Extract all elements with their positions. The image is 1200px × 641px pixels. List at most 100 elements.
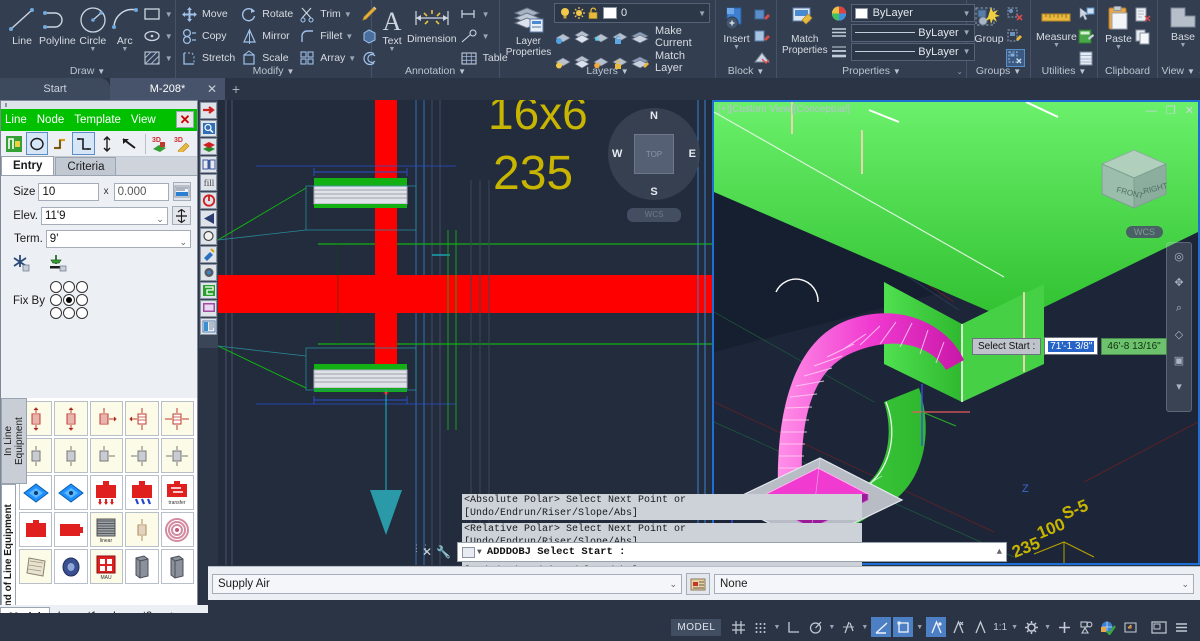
tab-criteria[interactable]: Criteria	[55, 157, 116, 175]
snap-settings-icon[interactable]	[11, 253, 31, 275]
insulation-combo[interactable]: None ⌄	[714, 574, 1194, 594]
panel-title-clipboard[interactable]: Clipboard	[1098, 65, 1157, 77]
object-snap-tracking-icon[interactable]	[871, 617, 891, 637]
rectangle-dropdown-caret[interactable]: ▼	[165, 10, 173, 19]
elev-reference-button[interactable]	[172, 206, 191, 225]
three-d-view-icon[interactable]: 3D	[149, 132, 171, 155]
isometric-dropdown-caret[interactable]: ▼	[861, 624, 868, 631]
equipment-item[interactable]	[161, 401, 194, 436]
draw-ellipse-button[interactable]: ▼	[142, 25, 173, 47]
palette-menu-node[interactable]: Node	[37, 114, 65, 126]
layer-unisolate-icon[interactable]	[573, 28, 592, 46]
dynamic-input-y-field[interactable]: 46'-8 13/16"	[1101, 338, 1166, 355]
ellipse-dropdown-caret[interactable]: ▼	[165, 32, 173, 41]
layer-lock-icon[interactable]	[611, 28, 630, 46]
search-item-icon[interactable]	[200, 120, 217, 137]
isolate-objects-icon[interactable]	[1076, 617, 1096, 637]
annotation-text-button[interactable]: A Text ▼	[377, 3, 407, 52]
lineweight-icon[interactable]	[830, 43, 848, 60]
viewport-label[interactable]: [+][Custom View][Conceptual]	[718, 104, 850, 115]
lineweight-icon[interactable]	[926, 617, 946, 637]
wcs-button-3d[interactable]: WCS	[1126, 226, 1163, 238]
modify-copy-button[interactable]: Copy	[181, 25, 235, 47]
model-space-toggle[interactable]: MODEL	[671, 619, 721, 636]
hatch-dropdown-caret[interactable]: ▼	[165, 54, 173, 63]
fix-by-dot-s[interactable]	[63, 307, 75, 319]
equipment-item[interactable]	[90, 475, 123, 510]
insert-block-button[interactable]: Insert ▼	[721, 3, 752, 50]
orbit-icon[interactable]: ◇	[1167, 321, 1191, 347]
scale-dropdown-caret[interactable]: ▼	[1011, 624, 1018, 631]
linetype-combo[interactable]: ByLayer ▼	[851, 24, 975, 42]
polar-dropdown-caret[interactable]: ▼	[828, 624, 835, 631]
equipment-item[interactable]	[19, 549, 52, 584]
transparency-icon[interactable]	[948, 617, 968, 637]
viewcube-south-label[interactable]: S	[650, 186, 657, 198]
close-icon[interactable]: ✕	[176, 111, 194, 128]
fix-by-dot-e[interactable]	[76, 294, 88, 306]
paint-icon[interactable]	[200, 246, 217, 263]
paste-dropdown-caret[interactable]: ▼	[1115, 45, 1122, 50]
equipment-item[interactable]	[161, 512, 194, 547]
layer-properties-button[interactable]: LayerProperties	[505, 3, 552, 58]
equipment-item[interactable]	[90, 401, 123, 436]
zoom-extents-icon[interactable]: ⌕	[1167, 295, 1191, 321]
viewcube-2d[interactable]: TOP N S W E	[608, 108, 700, 200]
layer-unlock-icon[interactable]	[586, 6, 600, 20]
leader-dropdown-caret[interactable]: ▼	[482, 10, 490, 19]
circle-dropdown-caret[interactable]: ▼	[89, 47, 96, 52]
paste-button[interactable]: Paste ▼	[1103, 3, 1134, 50]
draw-arc-button[interactable]: Arc ▼	[110, 3, 140, 52]
palette-menu-template[interactable]: Template	[74, 114, 121, 126]
report-icon[interactable]	[200, 318, 217, 335]
fix-by-grid[interactable]	[50, 281, 89, 320]
layer-combo[interactable]: 0 ▼	[554, 3, 710, 23]
book-icon[interactable]	[200, 156, 217, 173]
full-navigation-wheel-icon[interactable]: ◎	[1167, 243, 1191, 269]
elev-combo[interactable]: 11'9 ⌄	[41, 207, 168, 225]
annotation-visibility-icon[interactable]	[1021, 617, 1041, 637]
equipment-item[interactable]	[161, 438, 194, 473]
size-x-input[interactable]: 0.000	[114, 183, 169, 201]
color-combo[interactable]: ByLayer ▼	[851, 4, 975, 22]
quick-calc-button[interactable]	[1077, 25, 1095, 47]
fillet-dropdown-caret[interactable]: ▼	[345, 32, 353, 41]
equipment-item[interactable]	[54, 438, 87, 473]
pan-icon[interactable]: ✥	[1167, 269, 1191, 295]
close-icon[interactable]: ✕	[422, 545, 432, 559]
equipment-item[interactable]	[54, 401, 87, 436]
add-scale-icon[interactable]	[1054, 617, 1074, 637]
equipment-item[interactable]	[90, 438, 123, 473]
fix-by-dot-ne[interactable]	[76, 281, 88, 293]
group-edit-button[interactable]	[1006, 25, 1025, 47]
polar-tracking-icon[interactable]	[805, 617, 825, 637]
command-input[interactable]: ▼ ADDDOBJ Select Start : ▲	[457, 542, 1007, 562]
equipment-item[interactable]	[161, 549, 194, 584]
close-icon[interactable]: ✕	[207, 78, 217, 100]
service-options-button[interactable]	[686, 573, 710, 595]
pattern-icon[interactable]	[200, 282, 217, 299]
group-button[interactable]: Group	[972, 3, 1006, 45]
chevron-down-icon[interactable]: ▼	[477, 548, 482, 557]
route-start-icon[interactable]	[3, 132, 25, 155]
fix-by-dot-sw[interactable]	[50, 307, 62, 319]
chevron-down-icon[interactable]: ⌄	[179, 234, 187, 251]
size-options-button[interactable]	[173, 182, 191, 201]
chevron-down-icon[interactable]: ⌄	[156, 211, 164, 228]
palette-menu-view[interactable]: View	[131, 114, 156, 126]
quick-select-button[interactable]	[1077, 3, 1095, 25]
text-dropdown-caret[interactable]: ▼	[389, 47, 396, 52]
layer-freeze-icon[interactable]	[572, 6, 586, 20]
viewcube-north-label[interactable]: N	[650, 110, 658, 122]
cut-button[interactable]	[1134, 3, 1152, 25]
service-combo[interactable]: Supply Air ⌄	[212, 574, 682, 594]
route-round-icon[interactable]	[26, 132, 48, 155]
modify-mirror-button[interactable]: Mirror	[241, 25, 293, 47]
panel-title-properties[interactable]: Properties ▼⌄	[777, 65, 966, 77]
draw-polyline-button[interactable]: Polyline	[39, 3, 76, 47]
annotation-dimension-button[interactable]: Dimension	[407, 3, 457, 45]
route-offset-icon[interactable]	[72, 132, 94, 155]
modify-move-button[interactable]: Move	[181, 3, 235, 25]
vtab-in-line-equipment[interactable]: In Line Equipment	[1, 398, 27, 484]
minimize-icon[interactable]: —	[1146, 105, 1157, 117]
